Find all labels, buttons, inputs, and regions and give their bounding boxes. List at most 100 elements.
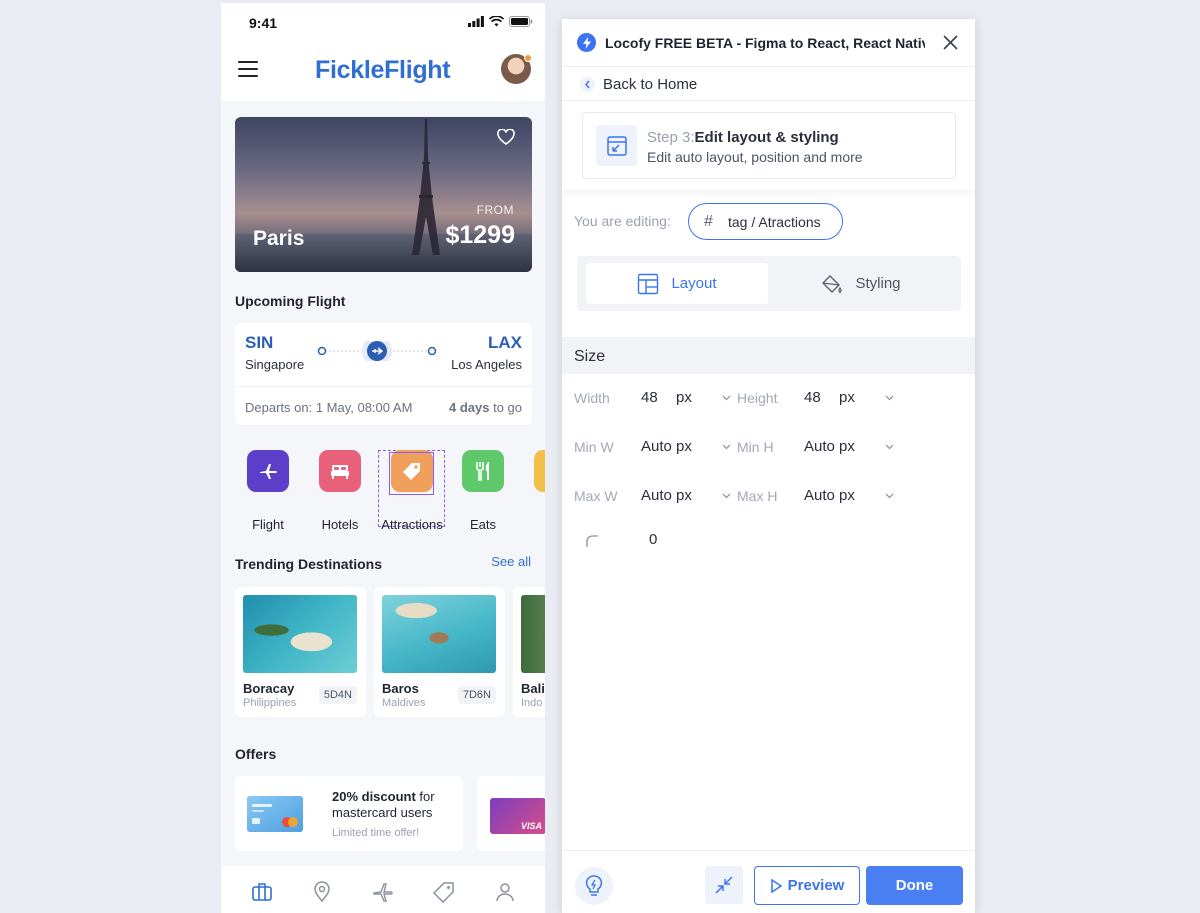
visa-card-illustration: VISA: [490, 798, 545, 834]
size-row-min: Min W Auto px Min H Auto px: [562, 435, 975, 459]
chevron-down-icon[interactable]: [722, 393, 731, 402]
chevron-down-icon[interactable]: [885, 491, 894, 500]
min-height-unit[interactable]: px: [839, 438, 855, 455]
destination-image: [521, 595, 545, 673]
play-icon: [770, 878, 782, 893]
width-unit[interactable]: px: [676, 389, 692, 406]
battery-icon: [509, 16, 533, 27]
offer-card-visa[interactable]: VISA: [477, 776, 545, 851]
close-icon[interactable]: [942, 34, 959, 51]
corner-radius-field[interactable]: 0: [649, 531, 657, 548]
category-flight[interactable]: Flight: [237, 450, 299, 532]
width-field[interactable]: 48: [641, 389, 658, 406]
trending-title: Trending Destinations: [235, 556, 383, 572]
step-card: Step 3:Edit layout & styling Edit auto l…: [582, 112, 956, 179]
tab-layout[interactable]: Layout: [586, 263, 768, 304]
wifi-icon: [489, 16, 504, 27]
hero-city: Paris: [253, 227, 305, 250]
status-bar: 9:41: [221, 3, 545, 43]
offer-text: 20% discount for mastercard users: [332, 789, 435, 820]
category-eats[interactable]: Eats: [452, 450, 514, 532]
hero-from-label: FROM: [476, 203, 514, 217]
bed-icon: [331, 465, 349, 479]
height-field[interactable]: 48: [804, 389, 821, 406]
locofy-plugin-panel: Locofy FREE BETA - Figma to React, React…: [562, 19, 975, 913]
destination-image: [243, 595, 357, 673]
tab-styling[interactable]: Styling: [770, 263, 952, 304]
plugin-footer: Preview Done: [562, 850, 975, 913]
offers-title: Offers: [235, 746, 277, 762]
briefcase-icon[interactable]: [251, 881, 273, 903]
avatar[interactable]: [501, 54, 532, 84]
chevron-down-icon[interactable]: [885, 393, 894, 402]
heart-icon[interactable]: [497, 129, 515, 145]
done-button[interactable]: Done: [866, 866, 963, 905]
bottom-tab-bar: [221, 866, 545, 913]
destination-card-baros[interactable]: Baros Maldives 7D6N: [374, 587, 505, 717]
step-subtitle: Edit auto layout, position and more: [647, 149, 863, 165]
chevron-down-icon[interactable]: [722, 491, 731, 500]
mobile-app-preview: 9:41 FickleFlight Paris FROM $1299 Upcom…: [221, 3, 545, 913]
editing-layer-chip[interactable]: # tag / Atractions: [688, 203, 843, 240]
offer-subtext: Limited time offer!: [332, 827, 420, 839]
paint-bucket-icon: [822, 274, 843, 293]
plugin-header: Locofy FREE BETA - Figma to React, React…: [562, 19, 975, 67]
back-to-home-link[interactable]: Back to Home: [562, 68, 975, 101]
layout-edit-icon: [596, 125, 637, 166]
max-width-unit[interactable]: px: [676, 487, 692, 504]
map-pin-icon[interactable]: [311, 881, 333, 903]
layout-icon: [638, 273, 659, 294]
offer-card-mastercard[interactable]: 20% discount for mastercard users Limite…: [235, 776, 463, 851]
layout-styling-toggle: Layout Styling: [577, 256, 961, 311]
chevron-left-icon: [580, 77, 595, 92]
cutlery-icon: [476, 462, 489, 481]
category-commute[interactable]: Cor: [524, 450, 545, 532]
collapse-icon[interactable]: [705, 866, 743, 904]
destination-image: [382, 595, 496, 673]
corner-radius-icon: [586, 535, 598, 547]
user-icon[interactable]: [494, 881, 516, 903]
hash-icon: #: [704, 213, 713, 230]
tag-icon[interactable]: [433, 881, 455, 903]
editing-label: You are editing:: [574, 213, 671, 229]
destination-city: Los Angeles: [451, 357, 522, 372]
duration-badge: 5D4N: [318, 686, 357, 704]
flight-route-graphic: [317, 341, 437, 361]
plugin-title: Locofy FREE BETA - Figma to React, React…: [605, 35, 925, 51]
step-title: Step 3:Edit layout & styling: [647, 129, 839, 146]
max-height-field[interactable]: Auto: [804, 487, 835, 504]
destination-code: LAX: [488, 333, 522, 352]
lightbulb-icon[interactable]: [575, 867, 613, 905]
min-width-unit[interactable]: px: [676, 438, 692, 455]
app-logo: FickleFlight: [315, 56, 451, 84]
max-width-field[interactable]: Auto: [641, 487, 672, 504]
origin-city: Singapore: [245, 357, 305, 372]
plane-icon[interactable]: [372, 881, 394, 903]
plane-icon: [260, 464, 277, 479]
see-all-link[interactable]: See all: [491, 554, 531, 569]
duration-badge: 7D6N: [457, 686, 496, 704]
max-height-unit[interactable]: px: [839, 487, 855, 504]
size-row-width-height: Width 48 px Height 48 px: [562, 386, 975, 410]
notification-dot: [524, 54, 532, 62]
featured-destination-card[interactable]: Paris FROM $1299: [235, 117, 532, 272]
height-unit[interactable]: px: [839, 389, 855, 406]
chevron-down-icon[interactable]: [885, 442, 894, 451]
selection-box: [389, 452, 434, 495]
menu-icon[interactable]: [238, 61, 258, 77]
destination-card-bali[interactable]: Bali Indo: [513, 587, 545, 717]
signal-icon: [468, 16, 484, 27]
category-hotels[interactable]: Hotels: [309, 450, 371, 532]
app-header: FickleFlight: [221, 43, 545, 101]
min-height-field[interactable]: Auto: [804, 438, 835, 455]
origin-code: SIN: [245, 333, 274, 352]
preview-button[interactable]: Preview: [754, 866, 860, 905]
size-section-header: Size: [562, 337, 975, 374]
chevron-down-icon[interactable]: [722, 442, 731, 451]
min-width-field[interactable]: Auto: [641, 438, 672, 455]
locofy-logo-icon: [577, 33, 596, 52]
upcoming-flight-card[interactable]: SIN Singapore LAX Los Angeles Departs on…: [235, 323, 532, 425]
status-time: 9:41: [249, 15, 278, 31]
destination-card-boracay[interactable]: Boracay Philippines 5D4N: [235, 587, 366, 717]
credit-card-illustration: [247, 796, 303, 832]
